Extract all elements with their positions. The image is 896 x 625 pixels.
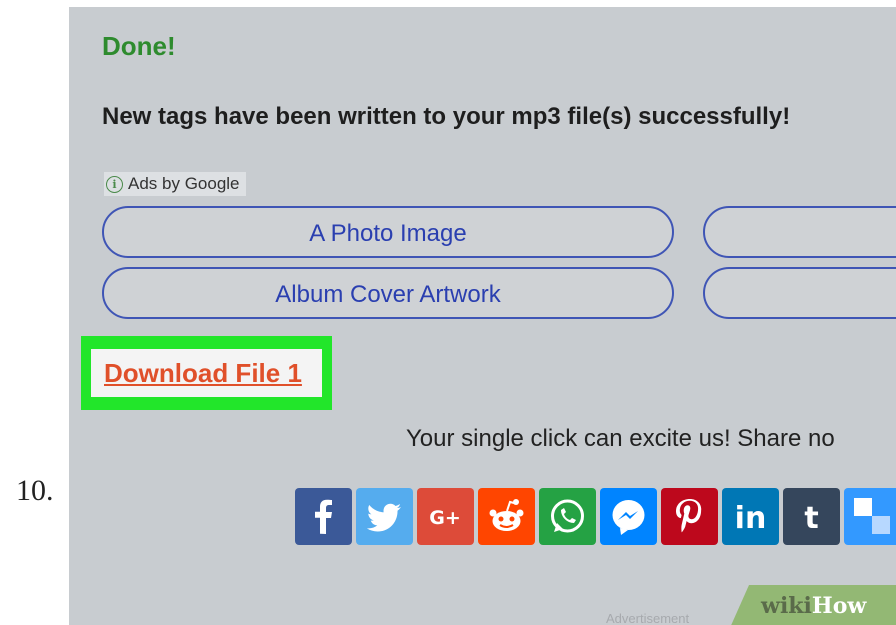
twitter-icon[interactable] xyxy=(356,488,413,545)
ads-label-text: Ads by Google xyxy=(128,174,240,193)
whatsapp-icon[interactable] xyxy=(539,488,596,545)
google-plus-icon[interactable]: G+ xyxy=(417,488,474,545)
download-file-link[interactable]: Download File 1 xyxy=(104,358,302,389)
share-prompt: Your single click can excite us! Share n… xyxy=(406,425,835,452)
ad-button-right-2[interactable] xyxy=(703,267,896,319)
messenger-icon[interactable] xyxy=(600,488,657,545)
wikihow-logo: wikiHow xyxy=(761,593,867,619)
reddit-icon[interactable] xyxy=(478,488,535,545)
info-icon: i xyxy=(106,176,123,193)
step-number: 10. xyxy=(16,474,54,507)
svg-text:G+: G+ xyxy=(429,507,461,529)
ads-by-google-label[interactable]: i Ads by Google xyxy=(104,172,246,196)
svg-text:t: t xyxy=(804,501,818,536)
tumblr-icon[interactable]: t xyxy=(783,488,840,545)
linkedin-icon[interactable]: in xyxy=(722,488,779,545)
facebook-icon[interactable] xyxy=(295,488,352,545)
ad-button-right-1[interactable] xyxy=(703,206,896,258)
screenshot-panel: Done! New tags have been written to your… xyxy=(69,7,896,625)
success-message: New tags have been written to your mp3 f… xyxy=(102,103,791,130)
svg-text:in: in xyxy=(735,501,767,536)
advertisement-label: Advertisement xyxy=(606,611,690,625)
ad-button-album-cover-artwork[interactable]: Album Cover Artwork xyxy=(102,267,674,319)
delicious-icon[interactable] xyxy=(844,488,896,545)
pinterest-icon[interactable] xyxy=(661,488,718,545)
done-title: Done! xyxy=(102,31,176,61)
ad-button-photo-image[interactable]: A Photo Image xyxy=(102,206,674,258)
